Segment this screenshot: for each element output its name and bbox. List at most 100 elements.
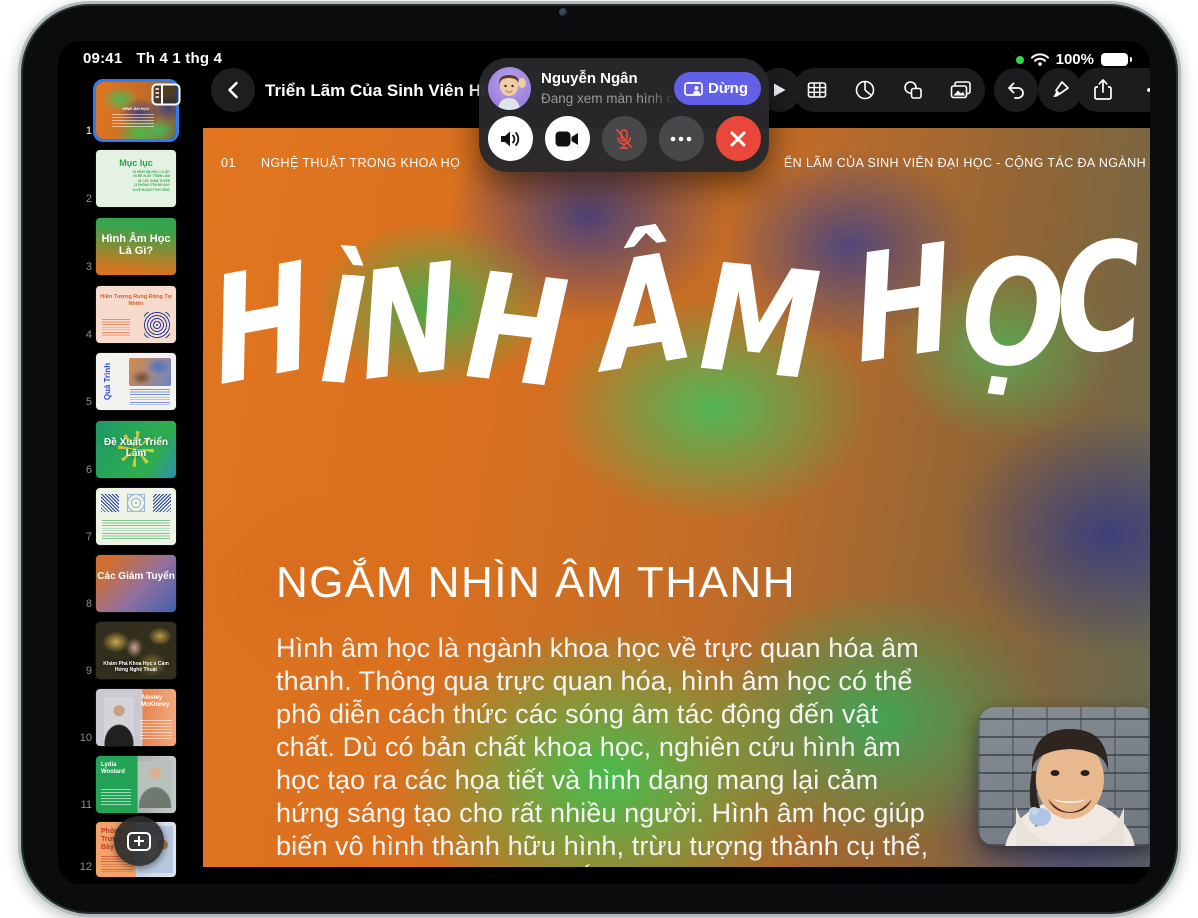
participant-avatar (488, 67, 531, 110)
slide-thumbnail-7[interactable] (96, 488, 176, 545)
slide-thumbnail-11[interactable]: Lydia Woolard (96, 756, 176, 813)
slide-number: 11 (78, 799, 92, 811)
shapes-icon (902, 79, 924, 101)
slide-thumbnail-2[interactable]: Mục lục 03 HÌNH ÂM HỌC LÀ GÌ? 06 ĐỀ XUẤT… (96, 150, 176, 207)
screen-sharing-indicator-icon (1016, 56, 1024, 64)
slide-number: 4 (78, 329, 92, 341)
memoji-avatar-icon (488, 67, 531, 110)
format-brush-icon (1049, 79, 1071, 101)
undo-button[interactable] (994, 68, 1038, 112)
thumb-1-title: HÌNH ÂM HỌC (110, 106, 162, 111)
status-bar-right: 100% (1016, 51, 1128, 68)
undo-icon (1005, 79, 1027, 101)
thumb-9-title: Khám Phá Khoa Học x Cảm Hứng Nghệ Thuật (100, 661, 172, 673)
toc-row: 12 KẾ HOẠCH THI CÔNG (102, 188, 170, 192)
thumb-4-title: Hiện Tượng Rung Động Tự Nhiên (96, 294, 176, 307)
ellipsis-icon (670, 136, 692, 142)
facetime-pip-video[interactable] (978, 707, 1150, 846)
thumb-pattern (101, 494, 119, 512)
slide-thumbnail-9[interactable]: Khám Phá Khoa Học x Cảm Hứng Nghệ Thuật (96, 622, 176, 679)
thumb-pattern (153, 494, 171, 512)
slide-title-art: HÌNH ÂM HỌC (215, 210, 1150, 420)
thumb-text-lines (140, 720, 172, 740)
participant-name: Nguyễn Ngân (541, 70, 638, 87)
insert-table-button[interactable] (805, 78, 829, 102)
thumb-text-lines (102, 520, 170, 540)
ipad-device-frame: 09:41 Th 4 1 thg 4 100% Triển Lãm Của Sin… (18, 1, 1181, 917)
pip-participant-video (978, 707, 1150, 846)
ipad-screen: 09:41 Th 4 1 thg 4 100% Triển Lãm Của Sin… (58, 41, 1150, 884)
stop-sharing-button[interactable]: Dừng (674, 72, 761, 105)
status-time: 09:41 (83, 50, 122, 67)
slide-thumbnail-10[interactable]: Ainsley McKinney (96, 689, 176, 746)
more-button[interactable] (1144, 78, 1151, 102)
screen-share-icon (684, 82, 703, 96)
share-toolbar-group (1076, 68, 1150, 112)
thumb-10-title: Ainsley McKinney (141, 695, 173, 709)
thumb-text-lines (102, 319, 130, 337)
thumb-text-lines (112, 114, 154, 128)
slide-thumbnail-8[interactable]: Các Giám Tuyển (96, 555, 176, 612)
speaker-button[interactable] (488, 116, 533, 161)
slide-number: 8 (78, 598, 92, 610)
thumb-8-title: Các Giám Tuyển (96, 571, 176, 583)
add-slide-icon (127, 832, 151, 851)
sharing-status-text: Đang xem màn hình của t (541, 91, 676, 106)
status-date: Th 4 1 thg 4 (136, 50, 222, 67)
thumb-pattern (144, 312, 170, 338)
video-camera-icon (555, 131, 579, 147)
thumb-11-title: Lydia Woolard (101, 762, 133, 776)
slide-thumbnail-5[interactable]: Quá Trình (96, 353, 176, 410)
insert-media-button[interactable] (949, 78, 973, 102)
add-slide-button[interactable] (114, 816, 164, 866)
insert-chart-button[interactable] (853, 78, 877, 102)
slide-thumbnail-6[interactable]: Đề Xuất Triển Lãm (96, 421, 176, 478)
thumb-3-title: Hình Âm Học Là Gì? (96, 233, 176, 257)
slide-page-number: 01 (221, 156, 236, 170)
screenshot-stage: 09:41 Th 4 1 thg 4 100% Triển Lãm Của Sin… (0, 0, 1198, 918)
share-icon (1093, 78, 1113, 102)
microphone-muted-icon (614, 128, 634, 150)
battery-percent: 100% (1056, 51, 1094, 68)
play-icon (772, 82, 787, 98)
end-call-button[interactable] (716, 116, 761, 161)
sidebar-panel-icon (151, 83, 181, 106)
slide-number: 7 (78, 531, 92, 543)
slide-number: 2 (78, 193, 92, 205)
back-button[interactable] (211, 68, 255, 112)
slide-number: 1 (78, 125, 92, 137)
call-more-button[interactable] (659, 116, 704, 161)
status-bar-left: 09:41 Th 4 1 thg 4 (83, 50, 222, 67)
chevron-left-icon (226, 81, 240, 99)
thumb-photo (129, 358, 171, 386)
thumb-pattern (127, 494, 145, 512)
stop-sharing-label: Dừng (708, 80, 748, 97)
wifi-icon (1031, 53, 1049, 66)
slide-number: 6 (78, 464, 92, 476)
slide-navigator-toggle-button[interactable] (151, 83, 181, 106)
battery-icon (1101, 53, 1128, 66)
slide-number: 9 (78, 665, 92, 677)
camera-button[interactable] (545, 116, 590, 161)
slide-number: 5 (78, 396, 92, 408)
insert-toolbar-group (793, 68, 985, 112)
insert-shape-button[interactable] (901, 78, 925, 102)
thumb-text-lines (101, 789, 131, 807)
slide-number: 10 (78, 732, 92, 744)
facetime-overlay: Nguyễn Ngân Đang xem màn hình của t Dừng (479, 58, 769, 172)
thumb-photo (138, 761, 172, 808)
close-icon (729, 130, 747, 148)
document-title: Triển Lãm Của Sinh Viên Hình Âm H (265, 81, 515, 101)
slide-number: 12 (78, 861, 92, 873)
thumb-2-title: Mục lục (96, 158, 176, 168)
thumb-text-lines (130, 389, 170, 405)
thumb-photo (104, 697, 134, 746)
share-button[interactable] (1091, 78, 1115, 102)
mute-microphone-button[interactable] (602, 116, 647, 161)
slide-thumbnail-3[interactable]: Hình Âm Học Là Gì? (96, 218, 176, 275)
table-icon (806, 79, 828, 101)
call-controls (479, 116, 769, 161)
slide-header-right: ỂN LÃM CỦA SINH VIÊN ĐẠI HỌC - CỘNG TÁC … (784, 156, 1146, 170)
slide-title-text: HÌNH ÂM HỌC (215, 210, 1150, 420)
slide-thumbnail-4[interactable]: Hiện Tượng Rung Động Tự Nhiên (96, 286, 176, 343)
